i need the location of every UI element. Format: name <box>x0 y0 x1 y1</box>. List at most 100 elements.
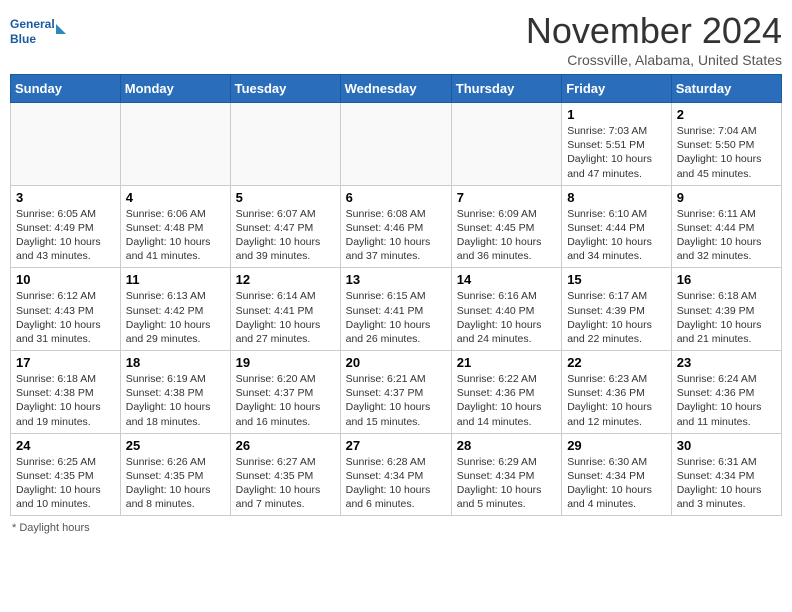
day-info: Sunrise: 7:03 AM Sunset: 5:51 PM Dayligh… <box>567 124 666 181</box>
calendar-day-cell: 27 Sunrise: 6:28 AM Sunset: 4:34 PM Dayli… <box>340 433 451 516</box>
day-number: 5 <box>236 190 335 205</box>
day-number: 7 <box>457 190 556 205</box>
day-info: Sunrise: 6:12 AM Sunset: 4:43 PM Dayligh… <box>16 289 115 346</box>
day-info: Sunrise: 6:18 AM Sunset: 4:39 PM Dayligh… <box>677 289 776 346</box>
calendar-day-cell: 25 Sunrise: 6:26 AM Sunset: 4:35 PM Dayli… <box>120 433 230 516</box>
calendar-day-cell: 13 Sunrise: 6:15 AM Sunset: 4:41 PM Dayli… <box>340 268 451 351</box>
day-info: Sunrise: 6:07 AM Sunset: 4:47 PM Dayligh… <box>236 207 335 264</box>
calendar-day-cell: 28 Sunrise: 6:29 AM Sunset: 4:34 PM Dayli… <box>451 433 561 516</box>
calendar-day-cell: 12Sunrise: 6:14 AM Sunset: 4:41 PM Dayli… <box>230 268 340 351</box>
location: Crossville, Alabama, United States <box>526 52 782 68</box>
calendar-day-cell: 22 Sunrise: 6:23 AM Sunset: 4:36 PM Dayli… <box>562 351 672 434</box>
calendar-day-cell: 14 Sunrise: 6:16 AM Sunset: 4:40 PM Dayli… <box>451 268 561 351</box>
day-number: 26 <box>236 438 335 453</box>
dow-header-cell: Monday <box>120 75 230 103</box>
day-number: 6 <box>346 190 446 205</box>
day-info: Sunrise: 6:25 AM Sunset: 4:35 PM Dayligh… <box>16 455 115 512</box>
day-number: 18 <box>126 355 225 370</box>
day-info: Sunrise: 6:11 AM Sunset: 4:44 PM Dayligh… <box>677 207 776 264</box>
day-info: Sunrise: 6:06 AM Sunset: 4:48 PM Dayligh… <box>126 207 225 264</box>
day-number: 1 <box>567 107 666 122</box>
day-info: Sunrise: 6:29 AM Sunset: 4:34 PM Dayligh… <box>457 455 556 512</box>
calendar-day-cell <box>11 103 121 186</box>
calendar-day-cell: 10 Sunrise: 6:12 AM Sunset: 4:43 PM Dayli… <box>11 268 121 351</box>
dow-header-cell: Wednesday <box>340 75 451 103</box>
day-number: 27 <box>346 438 446 453</box>
days-of-week-row: SundayMondayTuesdayWednesdayThursdayFrid… <box>11 75 782 103</box>
calendar-day-cell: 17 Sunrise: 6:18 AM Sunset: 4:38 PM Dayli… <box>11 351 121 434</box>
day-info: Sunrise: 6:13 AM Sunset: 4:42 PM Dayligh… <box>126 289 225 346</box>
day-number: 8 <box>567 190 666 205</box>
calendar-day-cell: 16 Sunrise: 6:18 AM Sunset: 4:39 PM Dayli… <box>671 268 781 351</box>
calendar-day-cell: 7 Sunrise: 6:09 AM Sunset: 4:45 PM Daylig… <box>451 185 561 268</box>
calendar-day-cell: 21Sunrise: 6:22 AM Sunset: 4:36 PM Dayli… <box>451 351 561 434</box>
day-number: 22 <box>567 355 666 370</box>
calendar-week-row: 3 Sunrise: 6:05 AM Sunset: 4:49 PM Daylig… <box>11 185 782 268</box>
logo-svg: General Blue <box>10 14 66 50</box>
day-info: Sunrise: 6:08 AM Sunset: 4:46 PM Dayligh… <box>346 207 446 264</box>
day-number: 23 <box>677 355 776 370</box>
calendar-day-cell: 20 Sunrise: 6:21 AM Sunset: 4:37 PM Dayli… <box>340 351 451 434</box>
calendar-day-cell: 23Sunrise: 6:24 AM Sunset: 4:36 PM Dayli… <box>671 351 781 434</box>
calendar-day-cell: 2 Sunrise: 7:04 AM Sunset: 5:50 PM Daylig… <box>671 103 781 186</box>
calendar-table: SundayMondayTuesdayWednesdayThursdayFrid… <box>10 74 782 516</box>
day-info: Sunrise: 6:30 AM Sunset: 4:34 PM Dayligh… <box>567 455 666 512</box>
day-number: 19 <box>236 355 335 370</box>
day-number: 25 <box>126 438 225 453</box>
day-info: Sunrise: 6:15 AM Sunset: 4:41 PM Dayligh… <box>346 289 446 346</box>
day-number: 4 <box>126 190 225 205</box>
calendar-day-cell: 5 Sunrise: 6:07 AM Sunset: 4:47 PM Daylig… <box>230 185 340 268</box>
day-number: 28 <box>457 438 556 453</box>
day-info: Sunrise: 6:18 AM Sunset: 4:38 PM Dayligh… <box>16 372 115 429</box>
dow-header-cell: Sunday <box>11 75 121 103</box>
day-info: Sunrise: 6:27 AM Sunset: 4:35 PM Dayligh… <box>236 455 335 512</box>
footer-note: * Daylight hours <box>10 522 782 534</box>
day-info: Sunrise: 6:16 AM Sunset: 4:40 PM Dayligh… <box>457 289 556 346</box>
day-info: Sunrise: 6:14 AM Sunset: 4:41 PM Dayligh… <box>236 289 335 346</box>
calendar-day-cell: 24 Sunrise: 6:25 AM Sunset: 4:35 PM Dayli… <box>11 433 121 516</box>
day-info: Sunrise: 6:09 AM Sunset: 4:45 PM Dayligh… <box>457 207 556 264</box>
day-info: Sunrise: 6:28 AM Sunset: 4:34 PM Dayligh… <box>346 455 446 512</box>
logo: General Blue <box>10 14 66 50</box>
day-number: 9 <box>677 190 776 205</box>
day-number: 3 <box>16 190 115 205</box>
calendar-body: 1 Sunrise: 7:03 AM Sunset: 5:51 PM Daylig… <box>11 103 782 516</box>
day-number: 13 <box>346 272 446 287</box>
day-info: Sunrise: 6:05 AM Sunset: 4:49 PM Dayligh… <box>16 207 115 264</box>
title-block: November 2024 Crossville, Alabama, Unite… <box>526 10 782 68</box>
day-info: Sunrise: 6:17 AM Sunset: 4:39 PM Dayligh… <box>567 289 666 346</box>
calendar-week-row: 24 Sunrise: 6:25 AM Sunset: 4:35 PM Dayli… <box>11 433 782 516</box>
day-info: Sunrise: 6:20 AM Sunset: 4:37 PM Dayligh… <box>236 372 335 429</box>
day-number: 20 <box>346 355 446 370</box>
day-number: 11 <box>126 272 225 287</box>
day-number: 16 <box>677 272 776 287</box>
calendar-day-cell: 4 Sunrise: 6:06 AM Sunset: 4:48 PM Daylig… <box>120 185 230 268</box>
day-number: 14 <box>457 272 556 287</box>
calendar-day-cell <box>230 103 340 186</box>
calendar-day-cell: 30Sunrise: 6:31 AM Sunset: 4:34 PM Dayli… <box>671 433 781 516</box>
day-number: 10 <box>16 272 115 287</box>
day-number: 15 <box>567 272 666 287</box>
calendar-day-cell <box>120 103 230 186</box>
calendar-week-row: 1 Sunrise: 7:03 AM Sunset: 5:51 PM Daylig… <box>11 103 782 186</box>
day-number: 30 <box>677 438 776 453</box>
day-number: 17 <box>16 355 115 370</box>
calendar-day-cell: 6 Sunrise: 6:08 AM Sunset: 4:46 PM Daylig… <box>340 185 451 268</box>
svg-text:Blue: Blue <box>10 32 36 46</box>
day-number: 24 <box>16 438 115 453</box>
day-number: 2 <box>677 107 776 122</box>
calendar-day-cell: 19 Sunrise: 6:20 AM Sunset: 4:37 PM Dayli… <box>230 351 340 434</box>
day-info: Sunrise: 6:26 AM Sunset: 4:35 PM Dayligh… <box>126 455 225 512</box>
day-info: Sunrise: 6:23 AM Sunset: 4:36 PM Dayligh… <box>567 372 666 429</box>
calendar-day-cell <box>451 103 561 186</box>
dow-header-cell: Thursday <box>451 75 561 103</box>
day-info: Sunrise: 7:04 AM Sunset: 5:50 PM Dayligh… <box>677 124 776 181</box>
day-info: Sunrise: 6:21 AM Sunset: 4:37 PM Dayligh… <box>346 372 446 429</box>
dow-header-cell: Tuesday <box>230 75 340 103</box>
calendar-week-row: 10 Sunrise: 6:12 AM Sunset: 4:43 PM Dayli… <box>11 268 782 351</box>
month-title: November 2024 <box>526 10 782 52</box>
day-number: 29 <box>567 438 666 453</box>
calendar-day-cell: 29 Sunrise: 6:30 AM Sunset: 4:34 PM Dayli… <box>562 433 672 516</box>
calendar-day-cell: 1 Sunrise: 7:03 AM Sunset: 5:51 PM Daylig… <box>562 103 672 186</box>
calendar-day-cell: 15 Sunrise: 6:17 AM Sunset: 4:39 PM Dayli… <box>562 268 672 351</box>
